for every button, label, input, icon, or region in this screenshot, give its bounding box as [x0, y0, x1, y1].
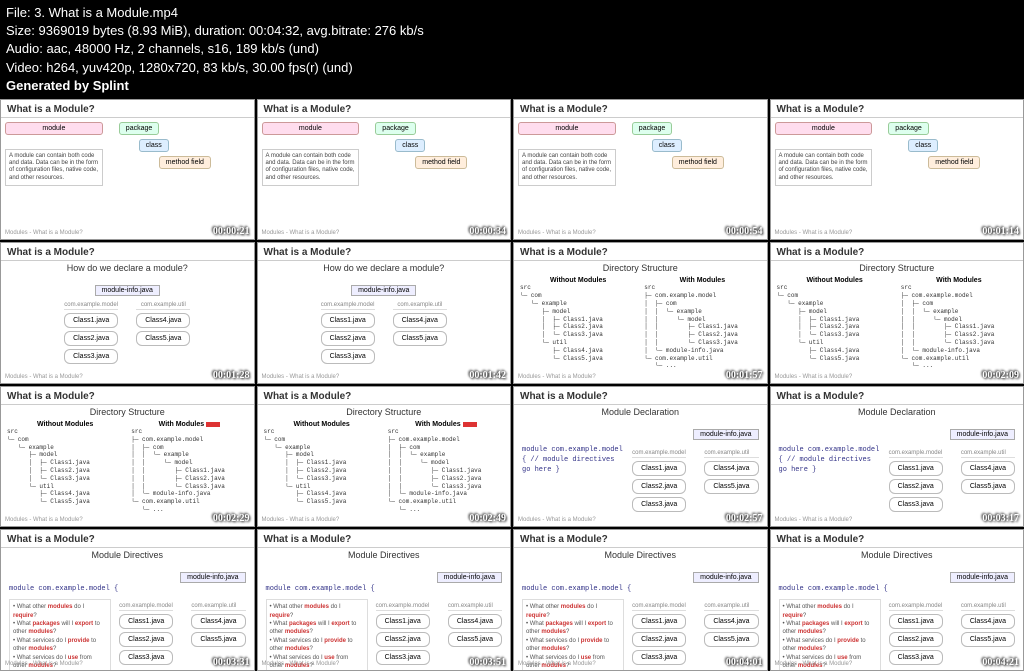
- timestamp: 00:02:29: [213, 513, 250, 524]
- thumbnail: What is a Module? Directory Structure Wi…: [770, 242, 1024, 384]
- thumbnail: What is a Module? Module Directives modu…: [770, 529, 1024, 671]
- thumbnail: What is a Module? Directory Structure Wi…: [257, 386, 512, 528]
- code-block: module com.example.model { // module dir…: [522, 446, 624, 512]
- module-info-tag: module-info.java: [95, 285, 160, 296]
- timestamp: 00:04:21: [982, 657, 1019, 668]
- timestamp: 00:01:28: [213, 370, 250, 381]
- size-value: 9369019 bytes (8.93 MiB), duration: 00:0…: [39, 23, 424, 38]
- node-method: method field: [159, 156, 211, 169]
- thumbnail-grid: What is a Module? module A module can co…: [0, 99, 1024, 671]
- timestamp: 00:00:21: [213, 226, 250, 237]
- audio-value: aac, 48000 Hz, 2 channels, s16, 189 kb/s…: [47, 41, 319, 56]
- thumbnail: What is a Module? How do we declare a mo…: [0, 242, 255, 384]
- slide-title: What is a Module?: [1, 100, 254, 118]
- generator: Generated by Splint: [6, 77, 1018, 95]
- file-label: File:: [6, 5, 31, 20]
- timestamp: 00:04:01: [726, 657, 763, 668]
- timestamp: 00:01:14: [982, 226, 1019, 237]
- video-value: h264, yuv420p, 1280x720, 83 kb/s, 30.00 …: [46, 60, 352, 75]
- thumbnail: What is a Module? Module Declaration mod…: [770, 386, 1024, 528]
- thumbnail: What is a Module? Directory Structure Wi…: [513, 242, 768, 384]
- info-box: A module can contain both code and data.…: [5, 149, 103, 186]
- thumbnail: What is a Module? How do we declare a mo…: [257, 242, 512, 384]
- thumbnail: What is a Module? Module Directives modu…: [0, 529, 255, 671]
- file-value: 3. What is a Module.mp4: [34, 5, 178, 20]
- timestamp: 00:03:31: [213, 657, 250, 668]
- thumbnail: What is a Module? Module Directives modu…: [513, 529, 768, 671]
- metadata-header: File: 3. What is a Module.mp4 Size: 9369…: [0, 0, 1024, 99]
- timestamp: 00:00:54: [726, 226, 763, 237]
- tree-with: src ├─ com.example.model │ ├─ com │ │ └─…: [644, 284, 760, 370]
- timestamp: 00:01:57: [726, 370, 763, 381]
- timestamp: 00:02:09: [982, 370, 1019, 381]
- thumbnail: What is a Module? Module Declaration mod…: [513, 386, 768, 528]
- thumbnail: What is a Module? module A module can co…: [257, 99, 512, 241]
- footer-tag: Modules - What is a Module?: [5, 230, 83, 236]
- video-label: Video:: [6, 60, 43, 75]
- size-label: Size:: [6, 23, 35, 38]
- thumbnail: What is a Module? module A module can co…: [770, 99, 1024, 241]
- node-class: class: [139, 139, 169, 152]
- audio-label: Audio:: [6, 41, 43, 56]
- timestamp: 00:02:57: [726, 513, 763, 524]
- node-module: module: [5, 122, 103, 135]
- thumbnail: What is a Module? module A module can co…: [0, 99, 255, 241]
- timestamp: 00:03:17: [982, 513, 1019, 524]
- thumbnail: What is a Module? Directory Structure Wi…: [0, 386, 255, 528]
- highlight-mark: [206, 422, 220, 427]
- thumbnail: What is a Module? module A module can co…: [513, 99, 768, 241]
- thumbnail: What is a Module? Module Directives modu…: [257, 529, 512, 671]
- timestamp: 00:02:49: [469, 513, 506, 524]
- tree-without: src └─ com └─ example ├─ model │ ├─ Clas…: [520, 284, 636, 362]
- timestamp: 00:03:51: [469, 657, 506, 668]
- node-package: package: [119, 122, 159, 135]
- timestamp: 00:01:42: [469, 370, 506, 381]
- timestamp: 00:00:34: [469, 226, 506, 237]
